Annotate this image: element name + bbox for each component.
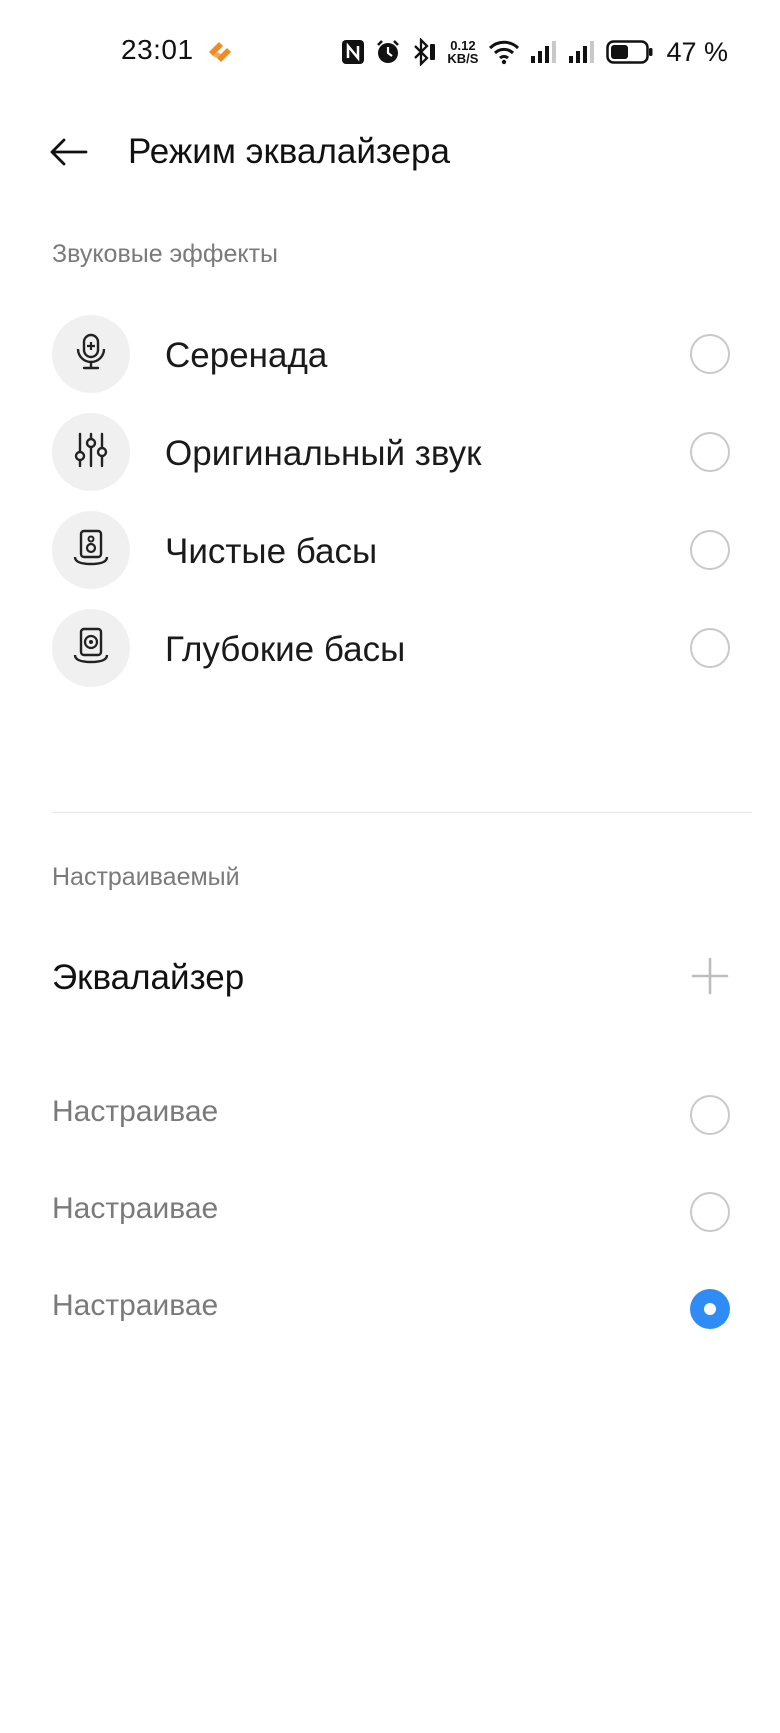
arrow-left-icon	[48, 137, 88, 172]
radio-custom-preset-2[interactable]	[690, 1192, 730, 1232]
section-title-custom: Настраиваемый	[52, 863, 240, 891]
page-title: Режим эквалайзера	[128, 132, 450, 171]
effect-label: Чистые басы	[165, 532, 378, 571]
effect-label: Оригинальный звук	[165, 434, 482, 473]
effect-icon-container	[52, 511, 130, 589]
section-divider	[52, 812, 752, 813]
signal-icon	[530, 34, 558, 70]
effect-item-clear-bass[interactable]: Чистые басы	[0, 501, 780, 599]
custom-preset-item[interactable]: Настраивае	[0, 1172, 780, 1252]
radio-custom-preset-1[interactable]	[690, 1095, 730, 1135]
effect-label: Глубокие басы	[165, 630, 406, 669]
microphone-icon	[74, 333, 108, 376]
app-notification-icon	[205, 38, 235, 64]
custom-preset-item[interactable]: Настраивае	[0, 1269, 780, 1349]
alarm-icon	[375, 34, 401, 70]
battery-percent: 47 %	[666, 36, 728, 67]
custom-preset-label: Настраивае	[52, 1192, 219, 1225]
effect-item-original-sound[interactable]: Оригинальный звук	[0, 403, 780, 501]
battery-icon	[606, 34, 654, 70]
wifi-icon	[488, 34, 520, 70]
signal-icon	[568, 34, 596, 70]
speaker-icon	[72, 529, 110, 572]
custom-preset-label: Настраивае	[52, 1289, 219, 1322]
radio-serenade[interactable]	[690, 334, 730, 374]
effect-item-deep-bass[interactable]: Глубокие басы	[0, 599, 780, 697]
network-speed-unit: KB/S	[447, 51, 479, 66]
sliders-icon	[73, 432, 109, 473]
radio-deep-bass[interactable]	[690, 628, 730, 668]
status-icons: 0.12 KB/S 47 %	[341, 30, 728, 74]
section-title-sound-effects: Звуковые эффекты	[52, 240, 278, 268]
effect-item-serenade[interactable]: Серенада	[0, 305, 780, 403]
effect-icon-container	[52, 315, 130, 393]
custom-preset-item[interactable]: Настраивае	[0, 1075, 780, 1155]
back-button[interactable]	[44, 130, 92, 178]
status-bar: 23:01 0.12 KB/S 47 %	[0, 0, 780, 104]
radio-custom-preset-3[interactable]	[690, 1289, 730, 1329]
radio-clear-bass[interactable]	[690, 530, 730, 570]
effect-icon-container	[52, 609, 130, 687]
equalizer-title: Эквалайзер	[52, 958, 245, 997]
nfc-icon	[341, 34, 365, 70]
custom-preset-label: Настраивае	[52, 1095, 219, 1128]
add-preset-button[interactable]	[690, 956, 730, 996]
app-header: Режим эквалайзера	[0, 110, 780, 202]
equalizer-row: Эквалайзер	[0, 940, 780, 1020]
bluetooth-icon	[411, 34, 437, 70]
status-time: 23:01	[121, 34, 194, 65]
effect-icon-container	[52, 413, 130, 491]
network-speed: 0.12 KB/S	[447, 39, 478, 65]
radio-original-sound[interactable]	[690, 432, 730, 472]
speaker-bass-icon	[72, 627, 110, 670]
plus-icon	[690, 957, 730, 1000]
effect-label: Серенада	[165, 336, 328, 375]
